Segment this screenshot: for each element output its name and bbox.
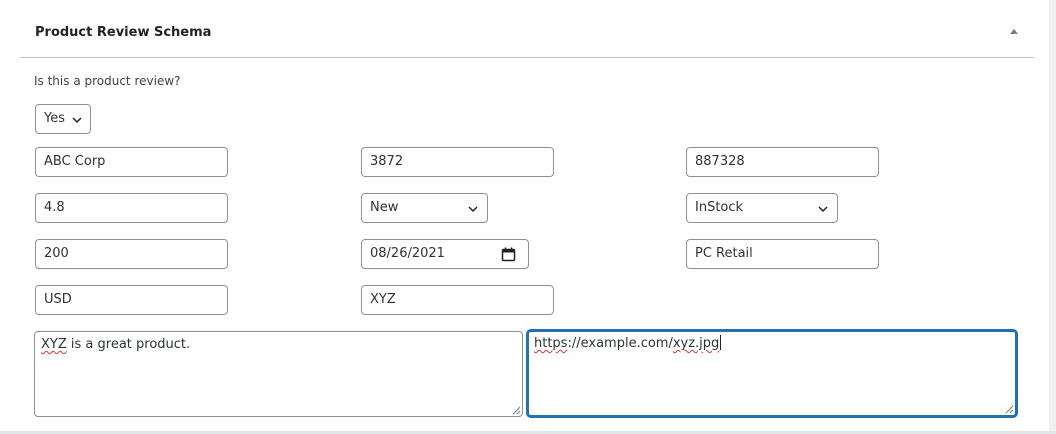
gtin-input[interactable]: 887328: [686, 147, 879, 177]
url-text: ://example.com/: [567, 336, 673, 351]
product-name-input[interactable]: XYZ: [361, 285, 554, 315]
price-input[interactable]: 200: [35, 239, 228, 269]
seller-value: PC Retail: [695, 246, 753, 261]
product-review-schema-panel: Product Review Schema Is this a product …: [0, 0, 1049, 431]
brand-input[interactable]: ABC Corp: [35, 147, 228, 177]
brand-value: ABC Corp: [44, 154, 106, 169]
sku-value: 3872: [370, 154, 404, 169]
image-url-textarea[interactable]: https://example.com/xyz.jpg: [527, 330, 1017, 417]
is-review-select[interactable]: Yes: [35, 104, 91, 134]
url-misspelled-scheme: https: [534, 336, 568, 351]
review-body-textarea[interactable]: XYZ is a great product.: [34, 331, 523, 417]
condition-select[interactable]: New: [361, 193, 488, 223]
date-value: 08/26/2021: [370, 246, 445, 261]
sku-input[interactable]: 3872: [361, 147, 554, 177]
panel-header[interactable]: Product Review Schema: [20, 0, 1034, 58]
collapse-toggle-icon[interactable]: [1006, 24, 1022, 40]
price-value: 200: [44, 246, 69, 261]
calendar-icon[interactable]: [501, 247, 516, 262]
is-product-review-label: Is this a product review?: [34, 74, 181, 88]
is-review-value: Yes: [44, 111, 65, 126]
review-misspelled-word: XYZ: [41, 337, 67, 352]
resize-grip-icon[interactable]: [1005, 405, 1014, 414]
availability-value: InStock: [695, 200, 744, 215]
resize-grip-icon[interactable]: [512, 406, 521, 415]
chevron-down-icon: [818, 206, 828, 213]
chevron-down-icon: [468, 206, 478, 213]
availability-select[interactable]: InStock: [686, 193, 838, 223]
seller-input[interactable]: PC Retail: [686, 239, 879, 269]
review-text: is a great product.: [66, 337, 191, 352]
gtin-value: 887328: [695, 154, 745, 169]
condition-value: New: [370, 200, 399, 215]
url-misspelled-file: xyz.jpg: [672, 336, 720, 351]
date-input[interactable]: 08/26/2021: [361, 239, 529, 269]
rating-value: 4.8: [44, 200, 65, 215]
currency-input[interactable]: USD: [35, 285, 228, 315]
rating-input[interactable]: 4.8: [35, 193, 228, 223]
panel-title: Product Review Schema: [35, 25, 212, 40]
chevron-down-icon: [72, 117, 82, 124]
text-caret: [720, 335, 722, 350]
currency-value: USD: [44, 292, 72, 307]
product-name-value: XYZ: [370, 292, 396, 307]
